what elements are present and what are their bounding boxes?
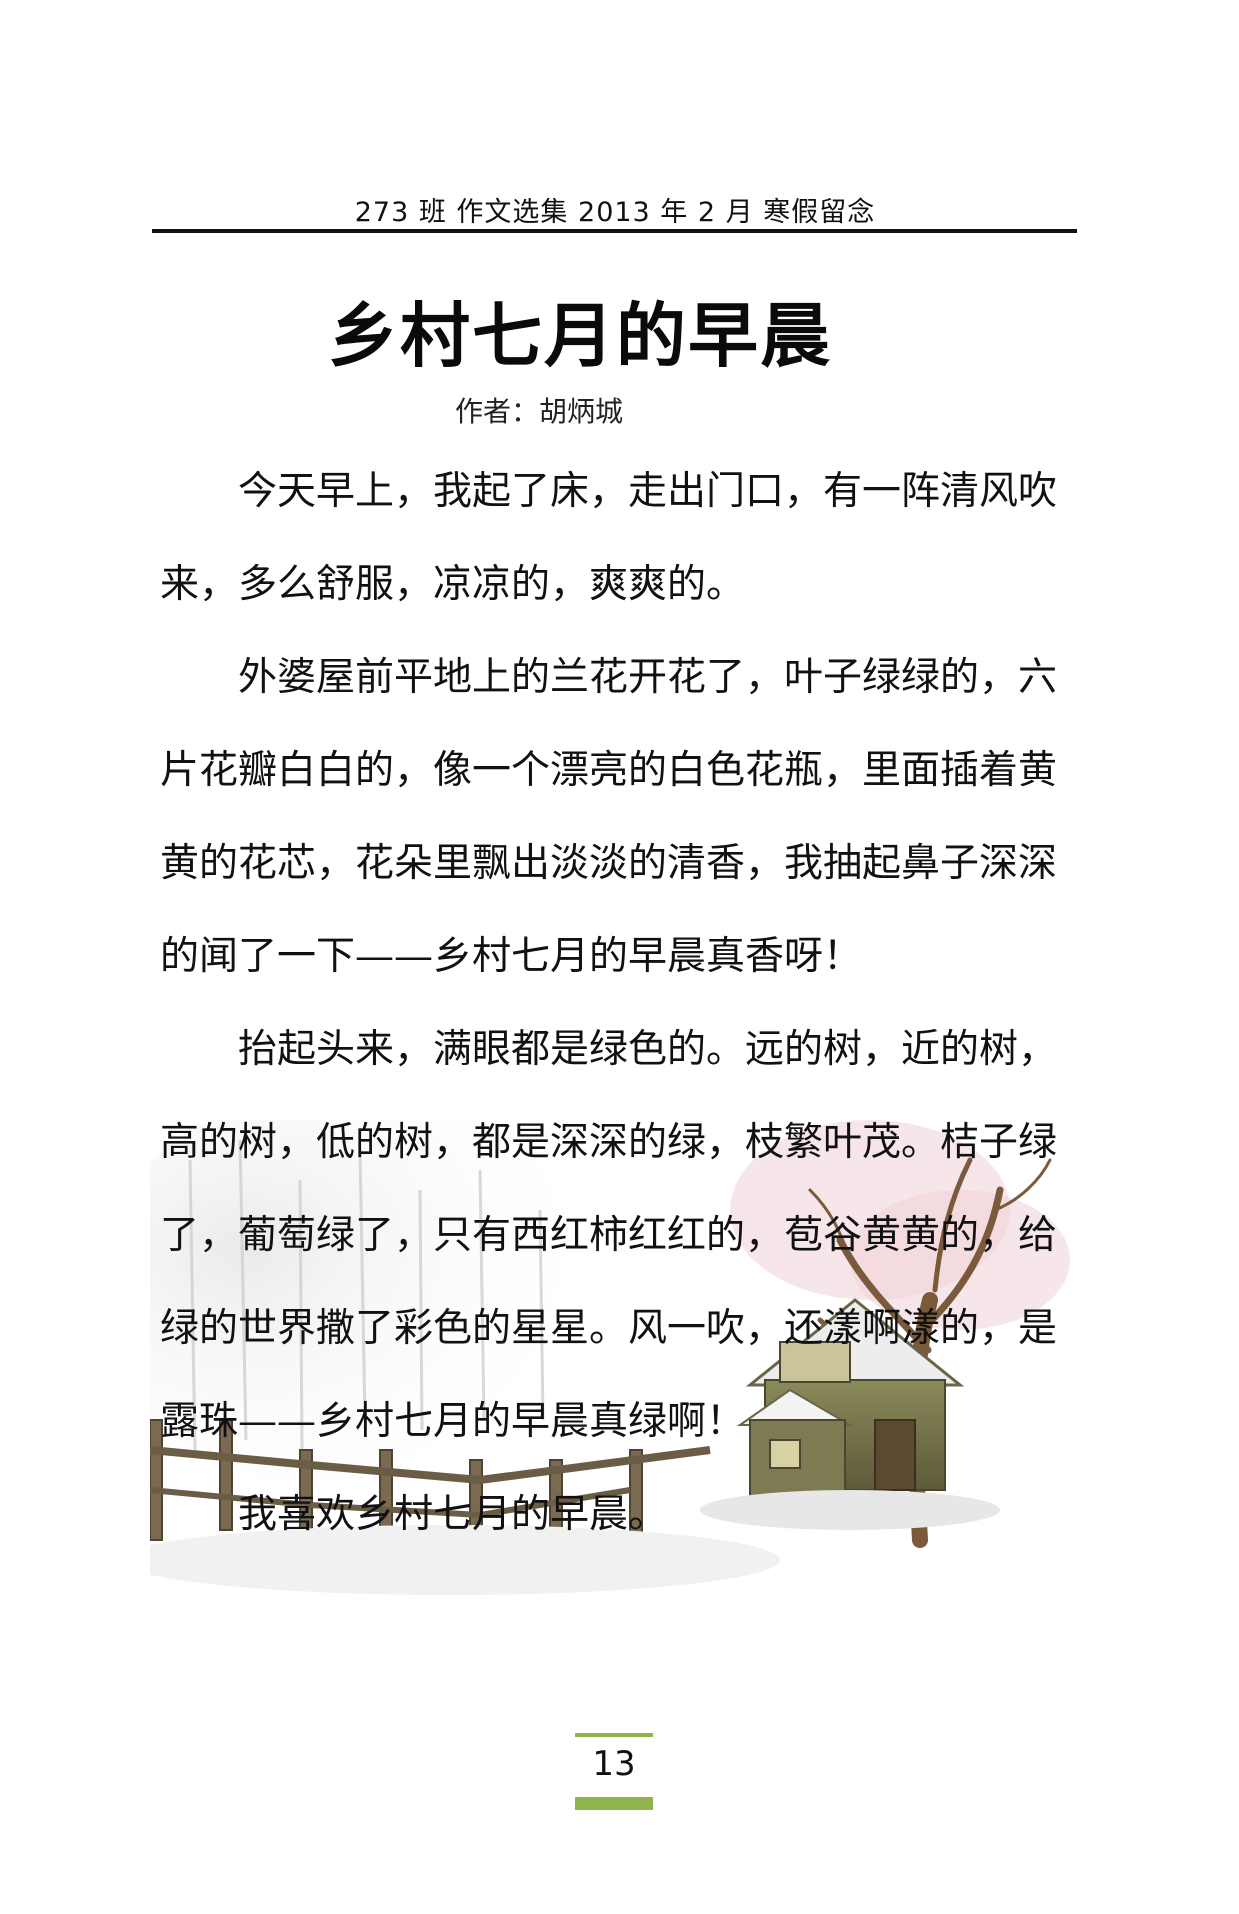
page-footer: 13 xyxy=(575,1733,653,1810)
essay-title: 乡村七月的早晨 xyxy=(328,295,832,377)
paragraph: 今天早上，我起了床，走出门口，有一阵清风吹来，多么舒服，凉凉的，爽爽的。 xyxy=(160,469,1058,607)
essay-body: 今天早上，我起了床，走出门口，有一阵清风吹来，多么舒服，凉凉的，爽爽的。 外婆屋… xyxy=(160,445,1080,1561)
paragraph: 我喜欢乡村七月的早晨。 xyxy=(238,1492,668,1537)
running-header: 273 班 作文选集 2013 年 2 月 寒假留念 xyxy=(354,197,876,228)
author-line: 作者：胡炳城 xyxy=(455,395,624,428)
page: 273 班 作文选集 2013 年 2 月 寒假留念 乡村七月的早晨 作者：胡炳… xyxy=(0,0,1239,1914)
page-number: 13 xyxy=(592,1744,636,1784)
paragraph: 外婆屋前平地上的兰花开花了，叶子绿绿的，六片花瓣白白的，像一个漂亮的白色花瓶，里… xyxy=(160,655,1058,979)
header-divider xyxy=(152,229,1077,233)
paragraph: 抬起头来，满眼都是绿色的。远的树，近的树，高的树，低的树，都是深深的绿，枝繁叶茂… xyxy=(160,1027,1058,1444)
footer-accent-line-bottom xyxy=(575,1797,653,1810)
